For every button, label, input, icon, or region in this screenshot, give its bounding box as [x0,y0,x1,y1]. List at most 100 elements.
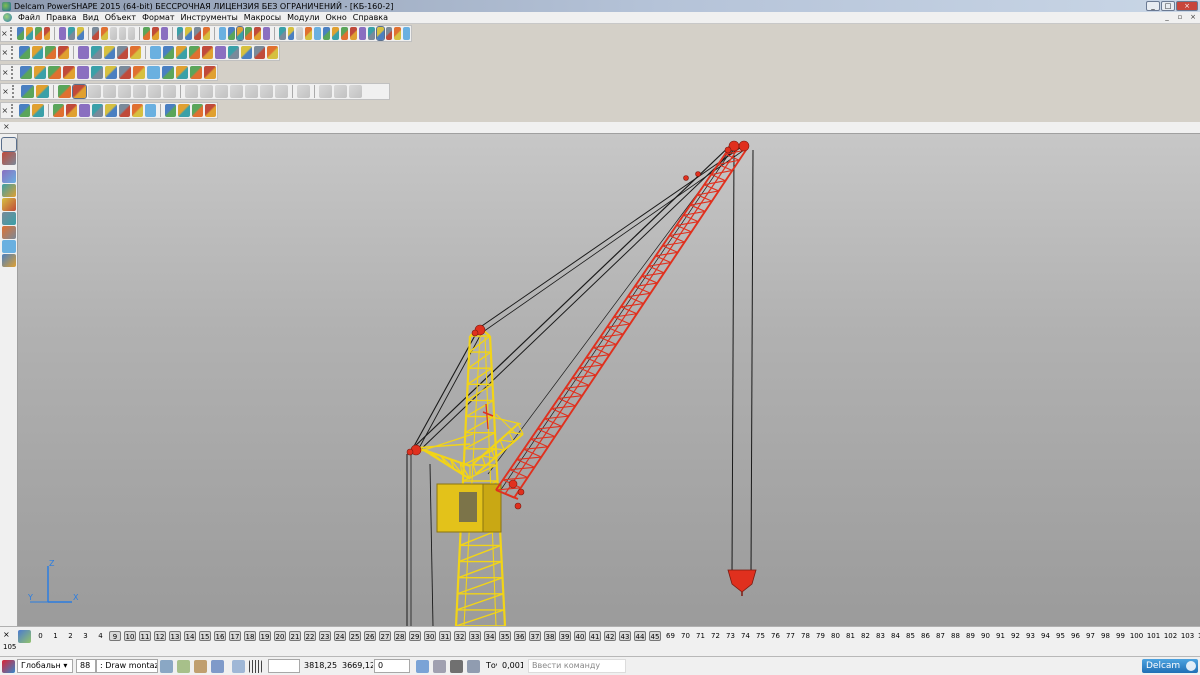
menu-object[interactable]: Объект [102,13,139,22]
main-tool-icon[interactable] [194,27,202,40]
view-tool-icon[interactable] [58,46,70,59]
level-99[interactable]: 99 [1114,631,1127,641]
level-25[interactable]: 25 [349,631,361,641]
main-tool-icon[interactable] [349,27,357,40]
select-all-icon[interactable] [160,659,173,673]
level-97[interactable]: 97 [1084,631,1097,641]
select-surface-icon[interactable] [194,659,207,673]
view-tool-icon[interactable] [116,46,128,59]
level-28[interactable]: 28 [394,631,406,641]
main-tool-icon[interactable] [67,27,75,40]
main-tool-icon[interactable] [358,27,366,40]
main-tool-icon[interactable] [127,27,135,40]
level-13[interactable]: 13 [169,631,181,641]
main-tool-icon[interactable] [118,27,126,40]
surface-tool-icon[interactable] [349,85,362,98]
level-30[interactable]: 30 [424,631,436,641]
view-tool-icon[interactable] [188,46,200,59]
surface-tool-icon[interactable] [185,85,198,98]
level-95[interactable]: 95 [1054,631,1067,641]
solid-tool-icon[interactable] [165,104,177,117]
level-settings-icon[interactable] [18,630,31,643]
object-tool-icon[interactable] [203,66,217,79]
surface-tool-icon[interactable] [215,85,228,98]
menu-edit[interactable]: Правка [43,13,79,22]
level-3[interactable]: 3 [79,631,92,641]
level-12[interactable]: 12 [154,631,166,641]
main-tool-icon[interactable] [403,27,411,40]
surface-tool-icon[interactable] [230,85,243,98]
tolerance-icon[interactable] [467,659,480,673]
main-tool-icon[interactable] [76,27,84,40]
level-29[interactable]: 29 [409,631,421,641]
object-close-icon[interactable]: × [1,68,9,77]
level-32[interactable]: 32 [454,631,466,641]
level-86[interactable]: 86 [919,631,932,641]
create-object-icon[interactable] [2,212,16,225]
level-70[interactable]: 70 [679,631,692,641]
close-workspace-icon[interactable]: × [3,122,10,131]
level-33[interactable]: 33 [469,631,481,641]
level-103[interactable]: 103 [1180,631,1195,641]
level-20[interactable]: 20 [274,631,286,641]
level-75[interactable]: 75 [754,631,767,641]
level-94[interactable]: 94 [1039,631,1052,641]
view-close-icon[interactable]: × [1,48,9,57]
menu-format[interactable]: Формат [139,13,177,22]
level-98[interactable]: 98 [1099,631,1112,641]
level-35[interactable]: 35 [499,631,511,641]
surface-tool-icon[interactable] [103,85,116,98]
main-tool-icon[interactable] [34,27,42,40]
command-input[interactable]: Ввести команду [528,659,626,673]
level-21[interactable]: 21 [289,631,301,641]
level-39[interactable]: 39 [559,631,571,641]
view-tool-icon[interactable] [162,46,174,59]
surface-tool-icon[interactable] [334,85,347,98]
level-4[interactable]: 4 [94,631,107,641]
level-11[interactable]: 11 [139,631,151,641]
level-2[interactable]: 2 [64,631,77,641]
coordinate-z[interactable]: 0 [374,659,410,673]
object-tool-icon[interactable] [76,66,89,79]
level-37[interactable]: 37 [529,631,541,641]
level-27[interactable]: 27 [379,631,391,641]
level-82[interactable]: 82 [859,631,872,641]
level-close-icon[interactable]: × [3,630,10,639]
main-tool-icon[interactable] [101,27,109,40]
create-object-icon[interactable] [2,226,16,239]
surface-grip-icon[interactable] [12,85,18,98]
surface-tool-icon[interactable] [88,85,101,98]
surface-tool-icon[interactable] [21,85,34,98]
surface-tool-icon[interactable] [245,85,258,98]
surface-tool-icon[interactable] [163,85,176,98]
main-tool-icon[interactable] [25,27,33,40]
main-tool-icon[interactable] [218,27,226,40]
level-74[interactable]: 74 [739,631,752,641]
surface-tool-icon[interactable] [297,85,310,98]
main-tool-icon[interactable] [43,27,51,40]
document-icon[interactable] [3,13,12,22]
main-close-icon[interactable]: × [1,29,8,38]
main-tool-icon[interactable] [92,27,100,40]
solid-tool-icon[interactable] [105,104,117,117]
solid-tool-icon[interactable] [131,104,144,117]
main-tool-icon[interactable] [314,27,322,40]
grid-icon[interactable] [249,659,262,673]
level-72[interactable]: 72 [709,631,722,641]
view-tool-icon[interactable] [253,46,265,59]
doc-restore-button[interactable]: ▫ [1175,13,1185,22]
object-tool-icon[interactable] [189,66,202,79]
object-tool-icon[interactable] [48,66,61,79]
level-43[interactable]: 43 [619,631,631,641]
main-tool-icon[interactable] [254,27,262,40]
main-tool-icon[interactable] [58,27,66,40]
main-tool-icon[interactable] [143,27,151,40]
create-object-icon[interactable] [2,184,16,197]
doc-minimize-button[interactable]: _ [1162,13,1172,22]
level-88[interactable]: 88 [949,631,962,641]
surface-tool-icon[interactable] [133,85,146,98]
surface-tool-icon[interactable] [36,85,49,98]
level-17[interactable]: 17 [229,631,241,641]
solid-tool-icon[interactable] [92,104,104,117]
solid-tool-icon[interactable] [78,104,91,117]
